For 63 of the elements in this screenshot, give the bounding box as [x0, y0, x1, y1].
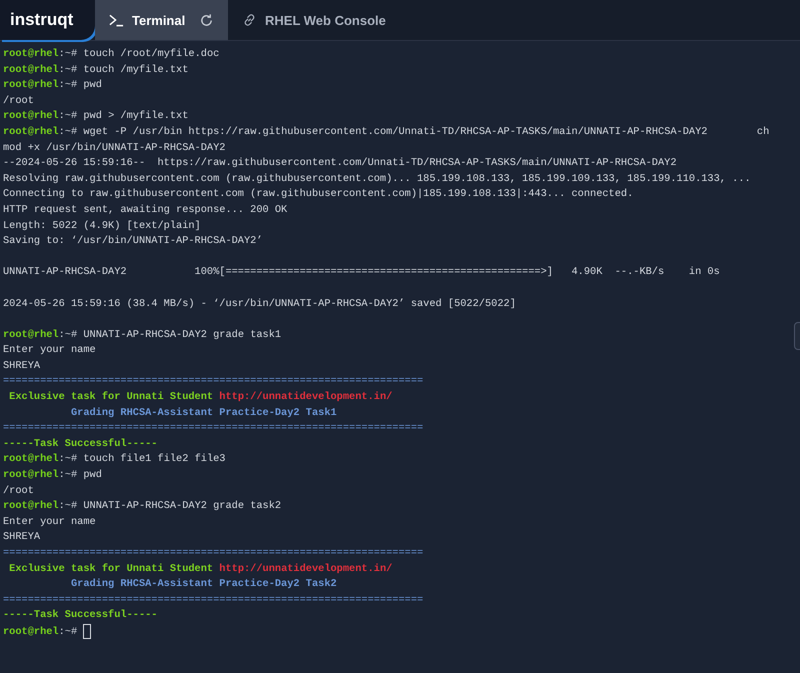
command-text: pwd > /myfile.txt	[83, 110, 188, 122]
output-text: Length: 5022 (4.9K) [text/plain]	[3, 220, 201, 232]
output-text: Grading RHCSA-Assistant Practice-Day2 Task1	[70, 406, 337, 419]
prompt-user: root@rhel	[3, 126, 59, 138]
output-text: mod +x /usr/bin/UNNATI-AP-RHCSA-DAY2	[3, 142, 226, 154]
output-text: --2024-05-26 15:59:16-- https://raw.githubusercontent.com/Unnati-TD/RHCSA-AP-TASKS/main/UNNATI-AP-RHCSA-DAY2	[3, 157, 677, 170]
output-text: Resolving raw.githubusercontent.com (raw.githubusercontent.com)... 185.199.108.133, 185.199.109.133, 185.199.110.133, ...	[3, 172, 751, 185]
output-text: Enter your name	[3, 344, 96, 356]
prompt-user: root@rhel	[3, 79, 59, 92]
command-text: UNNATI-AP-RHCSA-DAY2 grade task1	[83, 328, 282, 341]
output-text: SHREYA	[3, 531, 40, 544]
command-text: UNNATI-AP-RHCSA-DAY2 grade task2	[83, 500, 282, 512]
reload-icon[interactable]	[199, 12, 214, 28]
tab-label: Terminal	[132, 12, 186, 28]
command-text: wget -P /usr/bin https://raw.githubusercontent.com/Unnati-TD/RHCSA-AP-TASKS/main/UNNATI-AP-RHCSA-DAY2 ch	[83, 126, 770, 138]
prompt-path: :~#	[58, 626, 78, 638]
prompt-path: :~#	[58, 500, 78, 512]
prompt-user: root@rhel	[3, 626, 59, 638]
output-text: Grading RHCSA-Assistant Practice-Day2 Task2	[70, 578, 337, 590]
prompt-user: root@rhel	[3, 453, 59, 466]
prompt-path: :~#	[58, 328, 78, 341]
terminal-icon	[109, 13, 124, 27]
prompt-path: :~#	[58, 469, 78, 482]
prompt-user: root@rhel	[3, 110, 59, 122]
prompt-path: :~#	[58, 79, 78, 92]
output-text: ====================================================================	[3, 594, 424, 606]
command-text: touch /myfile.txt	[83, 64, 188, 76]
output-text: -----Task Successful-----	[3, 609, 158, 622]
output-text: ====================================================================	[3, 547, 424, 559]
output-text: 2024-05-26 15:59:16 (38.4 MB/s) - ‘/usr/bin/UNNATI-AP-RHCSA-DAY2’ saved [5022/5022]	[3, 298, 516, 310]
output-text: ====================================================================	[3, 422, 424, 434]
prompt-user: root@rhel	[3, 500, 59, 512]
banner-text: Exclusive task for Unnati Student	[8, 391, 214, 404]
output-text: /root	[3, 94, 34, 107]
tab-label: RHEL Web Console	[265, 12, 386, 28]
prompt-path: :~#	[58, 126, 78, 138]
command-text: touch /root/myfile.doc	[83, 48, 220, 60]
logo: instruqt	[0, 0, 95, 40]
prompt-user: root@rhel	[3, 469, 59, 482]
command-text: pwd	[83, 79, 102, 92]
command-text: pwd	[83, 469, 102, 482]
cursor-icon	[83, 624, 92, 639]
tab[interactable]: RHEL Web Console	[228, 0, 400, 40]
prompt-user: root@rhel	[3, 328, 59, 341]
output-text: Enter your name	[3, 516, 96, 528]
command-text: touch file1 file2 file3	[83, 453, 226, 466]
output-text: ====================================================================	[3, 375, 424, 388]
output-text: HTTP request sent, awaiting response... 200 OK	[3, 204, 288, 216]
prompt-path: :~#	[58, 453, 78, 466]
prompt-user: root@rhel	[3, 48, 59, 60]
banner-text: Exclusive task for Unnati Student	[8, 562, 214, 575]
prompt-path: :~#	[58, 64, 78, 76]
tab[interactable]: Terminal	[95, 0, 228, 40]
prompt-path: :~#	[58, 110, 78, 122]
link-icon	[242, 13, 257, 27]
output-text: Saving to: ‘/usr/bin/UNNATI-AP-RHCSA-DAY2’	[3, 235, 263, 248]
output-text: /root	[3, 484, 34, 497]
output-text: -----Task Successful-----	[3, 438, 158, 450]
output-text: UNNATI-AP-RHCSA-DAY2 100%[===================================================>] 4.90K --.-KB/s in 0s	[3, 266, 720, 278]
prompt-path: :~#	[58, 48, 78, 60]
output-text: Connecting to raw.githubusercontent.com (raw.githubusercontent.com)|185.199.108.133|:443... connected.	[3, 188, 634, 200]
prompt-user: root@rhel	[3, 64, 59, 76]
output-text: SHREYA	[3, 360, 40, 372]
